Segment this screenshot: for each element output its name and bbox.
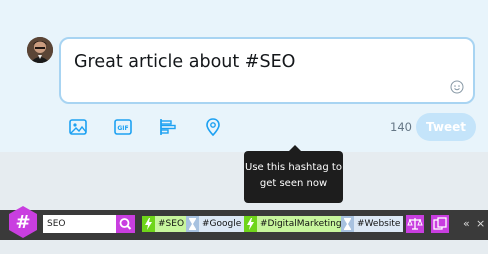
- tweet-textarea[interactable]: Great article about #SEO: [59, 37, 475, 104]
- svg-text:GIF: GIF: [117, 125, 128, 132]
- scale-icon: [407, 218, 423, 230]
- collapse-icon[interactable]: «: [463, 218, 470, 230]
- hashtag-chip-digitalmarketing[interactable]: #DigitalMarketing: [244, 216, 345, 232]
- copy-button[interactable]: [431, 215, 449, 233]
- hashtag-tooltip: Use this hashtag to get seen now: [244, 145, 343, 203]
- image-icon[interactable]: [68, 117, 88, 137]
- hourglass-icon: [341, 216, 354, 232]
- hashtag-label: #SEO: [155, 216, 188, 232]
- hashtag-logo-icon[interactable]: #: [8, 205, 38, 239]
- hashtag-chip-seo[interactable]: #SEO: [142, 216, 188, 232]
- tweet-button[interactable]: Tweet: [416, 113, 476, 141]
- emoji-icon[interactable]: [450, 80, 464, 94]
- hashtag-chip-website[interactable]: #Website: [341, 216, 404, 232]
- hashtag-label: #DigitalMarketing: [257, 216, 345, 232]
- close-icon[interactable]: ×: [476, 218, 485, 230]
- lightning-icon: [142, 216, 155, 232]
- tweet-compose-panel: Great article about #SEO GIF 140 Tweet: [0, 0, 488, 152]
- poll-icon[interactable]: [158, 117, 178, 137]
- location-icon[interactable]: [203, 117, 223, 137]
- hashtag-search-input[interactable]: [43, 215, 116, 233]
- tweet-text[interactable]: Great article about #SEO: [74, 52, 295, 72]
- lightning-icon: [244, 216, 257, 232]
- gif-icon[interactable]: GIF: [113, 117, 133, 137]
- hourglass-icon: [186, 216, 199, 232]
- character-count: 140: [390, 120, 412, 134]
- hashtag-label: #Google: [199, 216, 245, 232]
- hashtag-label: #Website: [354, 216, 404, 232]
- search-button[interactable]: [116, 215, 135, 233]
- hashtag-chip-google[interactable]: #Google: [186, 216, 245, 232]
- compare-button[interactable]: [406, 215, 424, 233]
- search-icon: [119, 218, 132, 230]
- copy-icon: [433, 217, 447, 230]
- avatar[interactable]: [27, 37, 53, 63]
- logo-text: #: [15, 212, 30, 233]
